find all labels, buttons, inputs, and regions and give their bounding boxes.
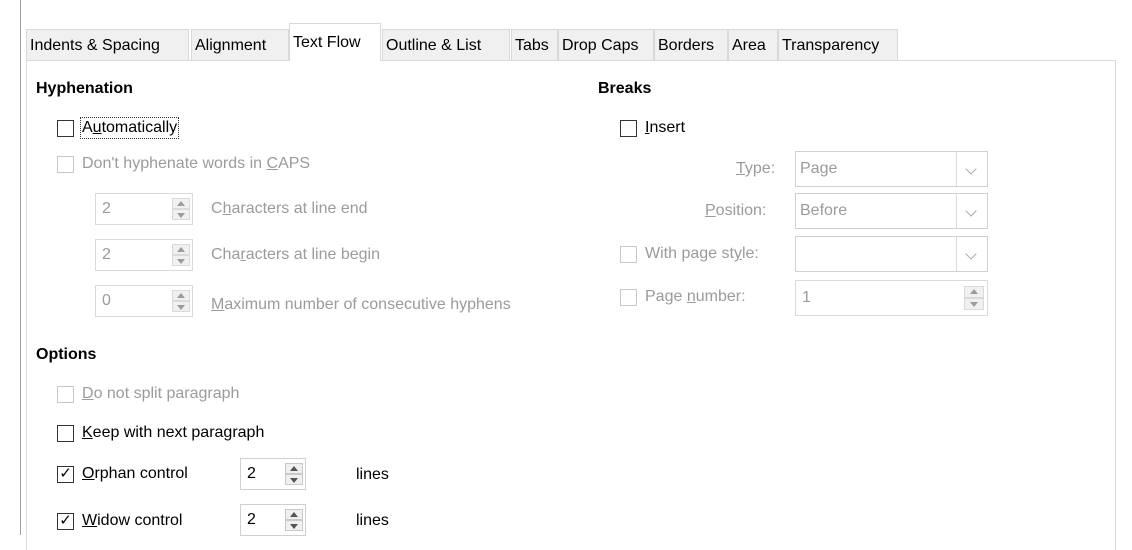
tab-transparency[interactable]: Transparency <box>778 29 898 60</box>
automatically-box[interactable] <box>57 119 74 137</box>
chevron-down-icon[interactable] <box>956 194 987 228</box>
widow-control-box[interactable]: ✓ <box>57 511 74 530</box>
chars-line-end-value[interactable]: 2 <box>96 194 170 224</box>
spin-up-icon[interactable] <box>964 286 984 298</box>
keep-next-box[interactable] <box>57 424 74 442</box>
dont-hyphenate-caps-checkbox[interactable]: Don't hyphenate words in CAPS <box>57 152 310 176</box>
chevron-down-icon[interactable] <box>956 237 987 271</box>
options-heading: Options <box>36 346 97 363</box>
chars-line-end-label: Characters at line end <box>211 200 368 217</box>
break-position-value: Before <box>800 202 848 219</box>
spin-down-icon[interactable] <box>285 520 303 531</box>
chars-line-begin-value[interactable]: 2 <box>96 240 170 270</box>
spin-down-icon[interactable] <box>285 474 303 485</box>
widow-lines-spinner[interactable]: 2 <box>240 504 306 536</box>
tab-text-flow[interactable]: Text Flow <box>289 23 381 61</box>
break-position-select[interactable]: Before <box>795 193 988 229</box>
max-hyphens-spinner[interactable]: 0 <box>95 285 193 317</box>
breaks-heading: Breaks <box>598 80 652 97</box>
no-split-checkbox[interactable]: Do not split paragraph <box>57 382 239 406</box>
orphan-lines-unit: lines <box>356 466 389 483</box>
spin-up-icon[interactable] <box>172 290 190 301</box>
page-style-box[interactable] <box>620 245 637 263</box>
spin-down-icon[interactable] <box>964 298 984 310</box>
tab-area[interactable]: Area <box>728 29 778 60</box>
keep-next-checkbox[interactable]: Keep with next paragraph <box>57 421 264 445</box>
insert-break-checkbox[interactable]: Insert <box>620 116 685 140</box>
page-number-value[interactable]: 1 <box>796 281 961 315</box>
spin-down-icon[interactable] <box>172 209 190 220</box>
tab-drop-caps[interactable]: Drop Caps <box>558 29 654 60</box>
spin-up-icon[interactable] <box>285 463 303 474</box>
page-number-checkbox[interactable]: Page number: <box>620 285 746 309</box>
checkmark-icon: ✓ <box>59 511 72 529</box>
spin-up-icon[interactable] <box>172 244 190 255</box>
chars-line-end-spinner[interactable]: 2 <box>95 193 193 225</box>
page-style-checkbox[interactable]: With page style: <box>620 242 759 266</box>
spin-up-icon[interactable] <box>172 198 190 209</box>
widow-control-checkbox[interactable]: ✓ Widow control <box>57 509 182 533</box>
hyphenation-heading: Hyphenation <box>36 80 133 97</box>
page-style-select[interactable] <box>795 236 988 272</box>
spin-down-icon[interactable] <box>172 301 190 312</box>
spin-down-icon[interactable] <box>172 255 190 266</box>
automatically-checkbox[interactable]: Automatically <box>57 116 180 140</box>
widow-lines-unit: lines <box>356 512 389 529</box>
insert-break-box[interactable] <box>620 119 637 137</box>
chevron-down-icon[interactable] <box>956 152 987 186</box>
dont-hyphenate-caps-label: Don't hyphenate words in CAPS <box>82 155 311 172</box>
page-number-box[interactable] <box>620 288 637 306</box>
dont-hyphenate-caps-box[interactable] <box>57 155 74 173</box>
no-split-label: Do not split paragraph <box>82 385 240 402</box>
tab-borders[interactable]: Borders <box>654 29 728 60</box>
orphan-control-label: Orphan control <box>82 465 188 482</box>
orphan-lines-spinner[interactable]: 2 <box>240 458 306 490</box>
break-type-select[interactable]: Page <box>795 151 988 187</box>
checkmark-icon: ✓ <box>59 464 72 482</box>
widow-lines-value[interactable]: 2 <box>241 505 283 535</box>
window-edge <box>20 0 21 535</box>
max-hyphens-value[interactable]: 0 <box>96 286 170 316</box>
spin-up-icon[interactable] <box>285 509 303 520</box>
tab-outline-list[interactable]: Outline & List <box>382 29 510 60</box>
break-position-label: Position: <box>705 202 767 219</box>
tab-tabs[interactable]: Tabs <box>511 29 558 60</box>
page-number-spinner[interactable]: 1 <box>795 280 988 316</box>
break-type-label: Type: <box>736 160 776 177</box>
orphan-control-box[interactable]: ✓ <box>57 464 74 483</box>
page-style-value <box>796 237 956 271</box>
max-hyphens-label: Maximum number of consecutive hyphens <box>211 296 511 313</box>
tab-indents-spacing[interactable]: Indents & Spacing <box>26 29 189 60</box>
tab-alignment[interactable]: Alignment <box>191 29 289 60</box>
orphan-lines-value[interactable]: 2 <box>241 459 283 489</box>
page-number-label: Page number: <box>645 288 746 305</box>
automatically-label: Automatically <box>79 117 180 139</box>
break-type-value: Page <box>800 160 838 177</box>
page-style-label: With page style: <box>645 245 759 262</box>
widow-control-label: Widow control <box>82 512 183 529</box>
chars-line-begin-spinner[interactable]: 2 <box>95 239 193 271</box>
insert-break-label: Insert <box>645 119 686 136</box>
orphan-control-checkbox[interactable]: ✓ Orphan control <box>57 462 188 486</box>
keep-next-label: Keep with next paragraph <box>82 424 265 441</box>
no-split-box[interactable] <box>57 385 74 403</box>
chars-line-begin-label: Characters at line begin <box>211 246 380 263</box>
